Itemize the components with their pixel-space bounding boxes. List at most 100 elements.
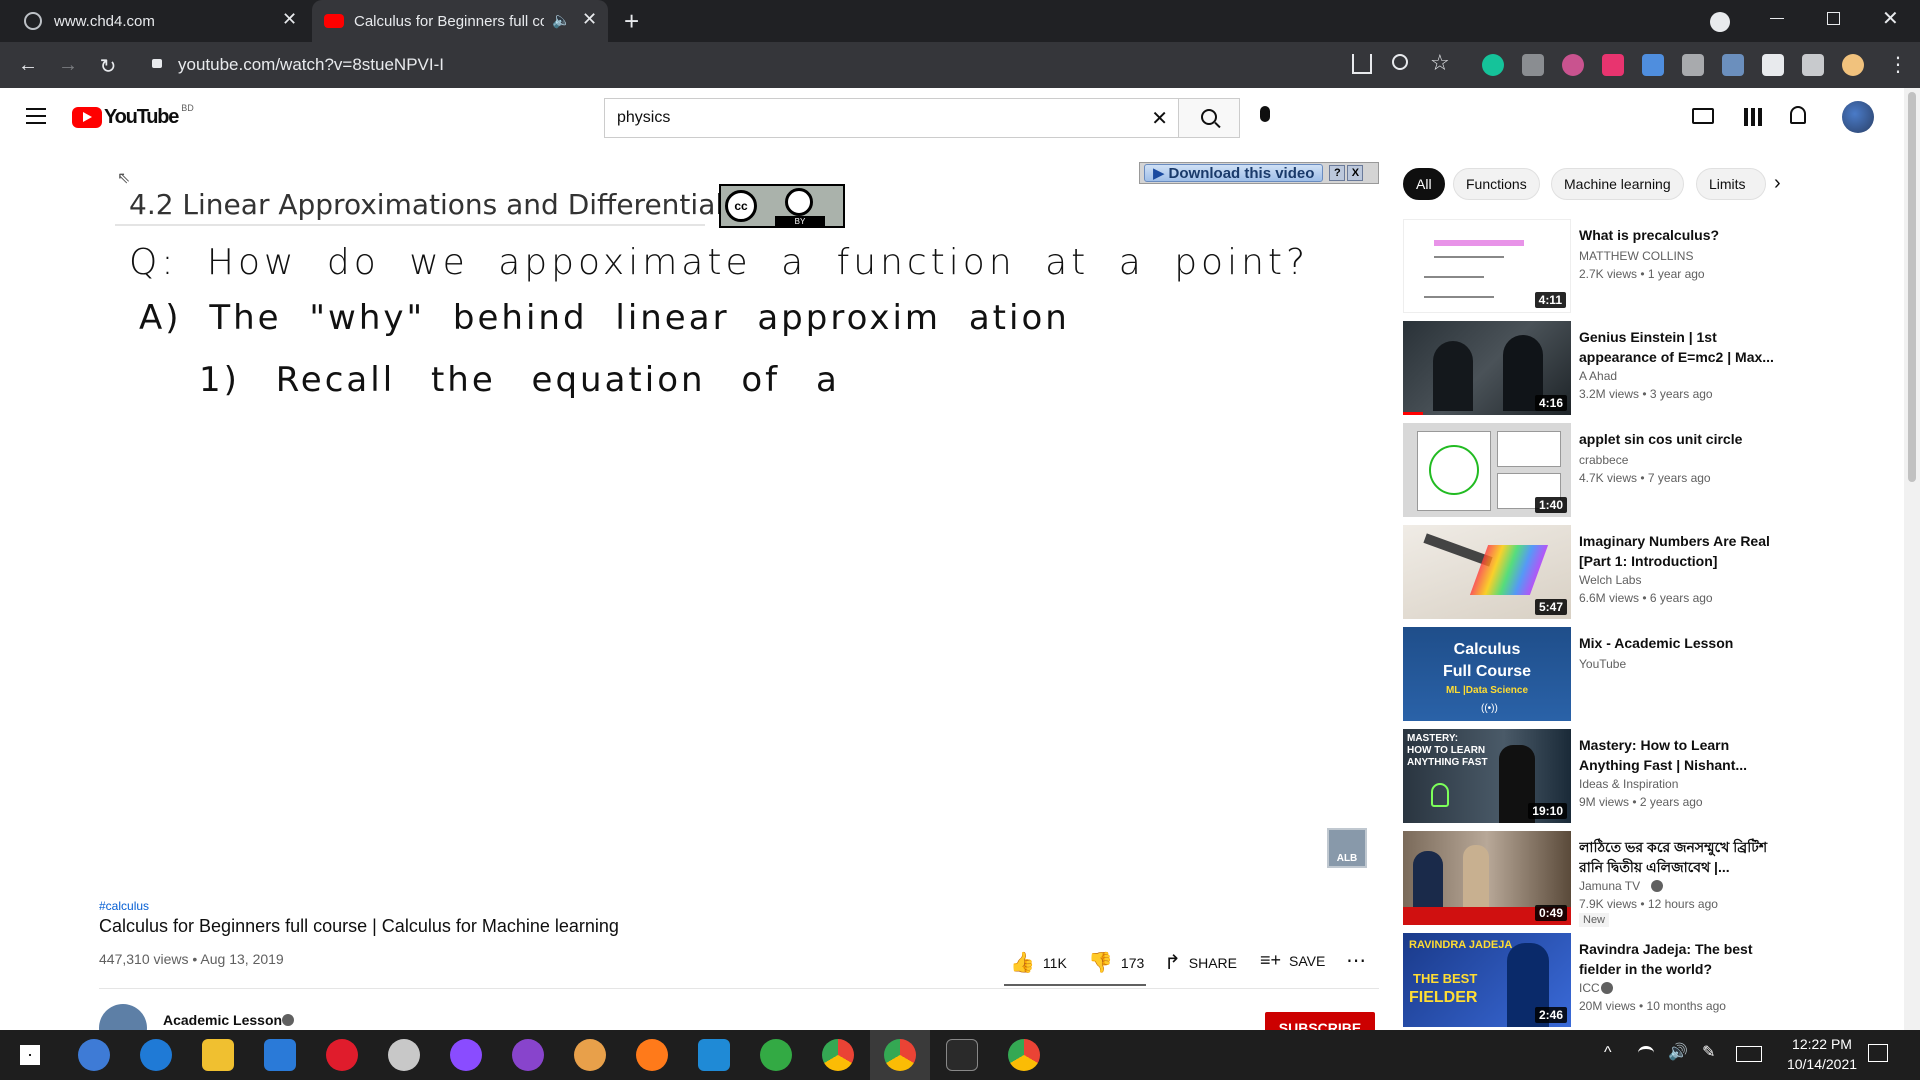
share-button[interactable]: ↱ SHARE	[1164, 950, 1237, 975]
chrome-icon[interactable]	[822, 1039, 854, 1071]
close-tab-icon[interactable]: ✕	[582, 9, 597, 30]
qbittorrent-icon[interactable]	[78, 1039, 110, 1071]
page-scrollbar[interactable]	[1904, 88, 1920, 1030]
video-thumbnail[interactable]: RAVINDRA JADEJA THE BEST FIELDER 2:46	[1403, 933, 1571, 1027]
puzzle-extensions-icon[interactable]	[1762, 54, 1784, 76]
github-desktop-icon[interactable]	[512, 1039, 544, 1071]
scrollbar-thumb[interactable]	[1908, 92, 1916, 482]
edge-legacy-icon[interactable]	[140, 1039, 172, 1071]
paint-icon[interactable]	[574, 1039, 606, 1071]
search-button[interactable]	[1178, 98, 1240, 138]
hamburger-menu-icon[interactable]	[26, 108, 46, 124]
inkscape-icon[interactable]	[388, 1039, 420, 1071]
chrome-active-icon[interactable]	[884, 1039, 916, 1071]
close-tab-icon[interactable]: ✕	[282, 9, 297, 30]
apps-grid-icon[interactable]	[1744, 108, 1762, 126]
tab-search-icon[interactable]	[1710, 12, 1730, 32]
list-item[interactable]: 4:11 What is precalculus? MATTHEW COLLIN…	[1403, 219, 1803, 315]
opera-icon[interactable]	[326, 1039, 358, 1071]
help-button[interactable]: ?	[1329, 165, 1346, 181]
chip-functions[interactable]: Functions	[1453, 168, 1540, 200]
messenger-icon[interactable]	[450, 1039, 482, 1071]
zoom-icon[interactable]	[1392, 54, 1408, 70]
channel-name[interactable]: Academic Lesson	[163, 1012, 282, 1028]
video-thumbnail[interactable]: 0:49	[1403, 831, 1571, 925]
clear-search-icon[interactable]: ✕	[1151, 106, 1168, 131]
play-extension-icon[interactable]	[1602, 54, 1624, 76]
notifications-bell-icon[interactable]	[1790, 106, 1806, 124]
install-icon[interactable]	[1352, 54, 1372, 74]
list-item[interactable]: 4:16 Genius Einstein | 1st appearance of…	[1403, 321, 1803, 417]
video-hashtag[interactable]: #calculus	[99, 899, 149, 913]
color-extension-icon[interactable]	[1562, 54, 1584, 76]
more-actions-icon[interactable]: ⋯	[1346, 948, 1366, 973]
vscode-icon[interactable]	[698, 1039, 730, 1071]
wifi-icon[interactable]	[1638, 1046, 1654, 1060]
list-item[interactable]: RAVINDRA JADEJA THE BEST FIELDER 2:46 Ra…	[1403, 933, 1803, 1029]
grammarly-extension-icon[interactable]	[1482, 54, 1504, 76]
firefox-icon[interactable]	[636, 1039, 668, 1071]
chip-limits[interactable]: Limits	[1696, 168, 1766, 200]
video-thumbnail[interactable]: 5:47	[1403, 525, 1571, 619]
terminal-icon[interactable]	[946, 1039, 978, 1071]
video-thumbnail[interactable]: 1:40	[1403, 423, 1571, 517]
chrome-profile-icon[interactable]	[1008, 1039, 1040, 1071]
video-thumbnail[interactable]: 4:16	[1403, 321, 1571, 415]
browser-menu-icon[interactable]: ⋮	[1888, 52, 1908, 77]
notification-center-icon[interactable]	[1868, 1044, 1888, 1062]
tray-chevron-icon[interactable]: ^	[1604, 1044, 1612, 1062]
volume-icon[interactable]: 🔊	[1668, 1042, 1688, 1062]
list-item[interactable]: Calculus Full Course ML |Data Science ((…	[1403, 627, 1803, 723]
bookmark-star-icon[interactable]: ☆	[1430, 50, 1450, 76]
chips-next-icon[interactable]: ›	[1774, 172, 1781, 195]
create-video-icon[interactable]	[1692, 108, 1714, 124]
pen-tray-icon[interactable]: ✎	[1702, 1042, 1715, 1062]
list-item[interactable]: 5:47 Imaginary Numbers Are Real [Part 1:…	[1403, 525, 1803, 621]
windows-start-icon[interactable]	[20, 1045, 40, 1065]
youtube-logo[interactable]: YouTube BD	[72, 103, 194, 129]
close-window-icon[interactable]: ✕	[1882, 6, 1899, 31]
back-icon[interactable]: ←	[16, 54, 40, 77]
download-video-button[interactable]: ▶ Download this video	[1144, 164, 1324, 182]
like-button[interactable]: 👍 11K	[1010, 950, 1067, 975]
new-tab-button[interactable]: +	[624, 6, 639, 37]
microphone-icon[interactable]	[1260, 106, 1270, 122]
pen-extension-icon[interactable]	[1722, 54, 1744, 76]
profile-avatar-icon[interactable]	[1842, 54, 1864, 76]
list-item[interactable]: MASTERY: HOW TO LEARN ANYTHING FAST 19:1…	[1403, 729, 1803, 825]
cc-by-license-logo: cc BY	[719, 184, 845, 228]
video-thumbnail[interactable]: MASTERY: HOW TO LEARN ANYTHING FAST 19:1…	[1403, 729, 1571, 823]
account-avatar[interactable]	[1842, 101, 1874, 133]
reload-icon[interactable]: ↻	[96, 54, 120, 79]
search-input[interactable]: physics ✕	[604, 98, 1178, 138]
globe-app-icon[interactable]	[760, 1039, 792, 1071]
list-item[interactable]: 1:40 applet sin cos unit circle crabbece…	[1403, 423, 1803, 519]
tab-chd4[interactable]: www.chd4.com ✕	[0, 0, 310, 42]
chip-all[interactable]: All	[1403, 168, 1445, 200]
download-video-banner[interactable]: ▶ Download this video ? X	[1139, 162, 1379, 184]
dislike-button[interactable]: 👎 173	[1088, 950, 1144, 975]
minimize-icon[interactable]	[1770, 18, 1784, 19]
address-bar[interactable]: youtube.com/watch?v=8stueNPVI-I	[140, 49, 1360, 81]
close-banner-button[interactable]: X	[1347, 165, 1364, 181]
video-thumbnail[interactable]: Calculus Full Course ML |Data Science ((…	[1403, 627, 1571, 721]
screen-extension-icon[interactable]	[1682, 54, 1704, 76]
recommendation-title: Genius Einstein | 1st appearance of E=mc…	[1579, 329, 1774, 365]
speaker-mute-icon[interactable]: 🔈	[552, 11, 571, 29]
save-button[interactable]: ≡+ SAVE	[1260, 950, 1325, 971]
channel-watermark[interactable]: ALB	[1327, 828, 1367, 868]
chip-machine-learning[interactable]: Machine learning	[1551, 168, 1684, 200]
restore-icon[interactable]	[1827, 12, 1840, 25]
file-explorer-icon[interactable]	[202, 1039, 234, 1071]
keyboard-icon[interactable]	[1736, 1046, 1762, 1062]
reading-list-icon[interactable]	[1802, 54, 1824, 76]
camera-extension-icon[interactable]	[1522, 54, 1544, 76]
video-thumbnail[interactable]: 4:11	[1403, 219, 1571, 313]
mail-icon[interactable]	[264, 1039, 296, 1071]
tab-youtube[interactable]: Calculus for Beginners full co 🔈 ✕	[312, 0, 608, 42]
forward-icon[interactable]: →	[56, 54, 80, 77]
clock[interactable]: 12:22 PM 10/14/2021	[1768, 1034, 1876, 1074]
video-player[interactable]: ⇖ 4.2 Linear Approximations and Differen…	[99, 162, 1379, 880]
list-item[interactable]: 0:49 লাঠিতে ভর করে জনসম্মুখে ব্রিটিশ রান…	[1403, 831, 1803, 927]
download-extension-icon[interactable]	[1642, 54, 1664, 76]
